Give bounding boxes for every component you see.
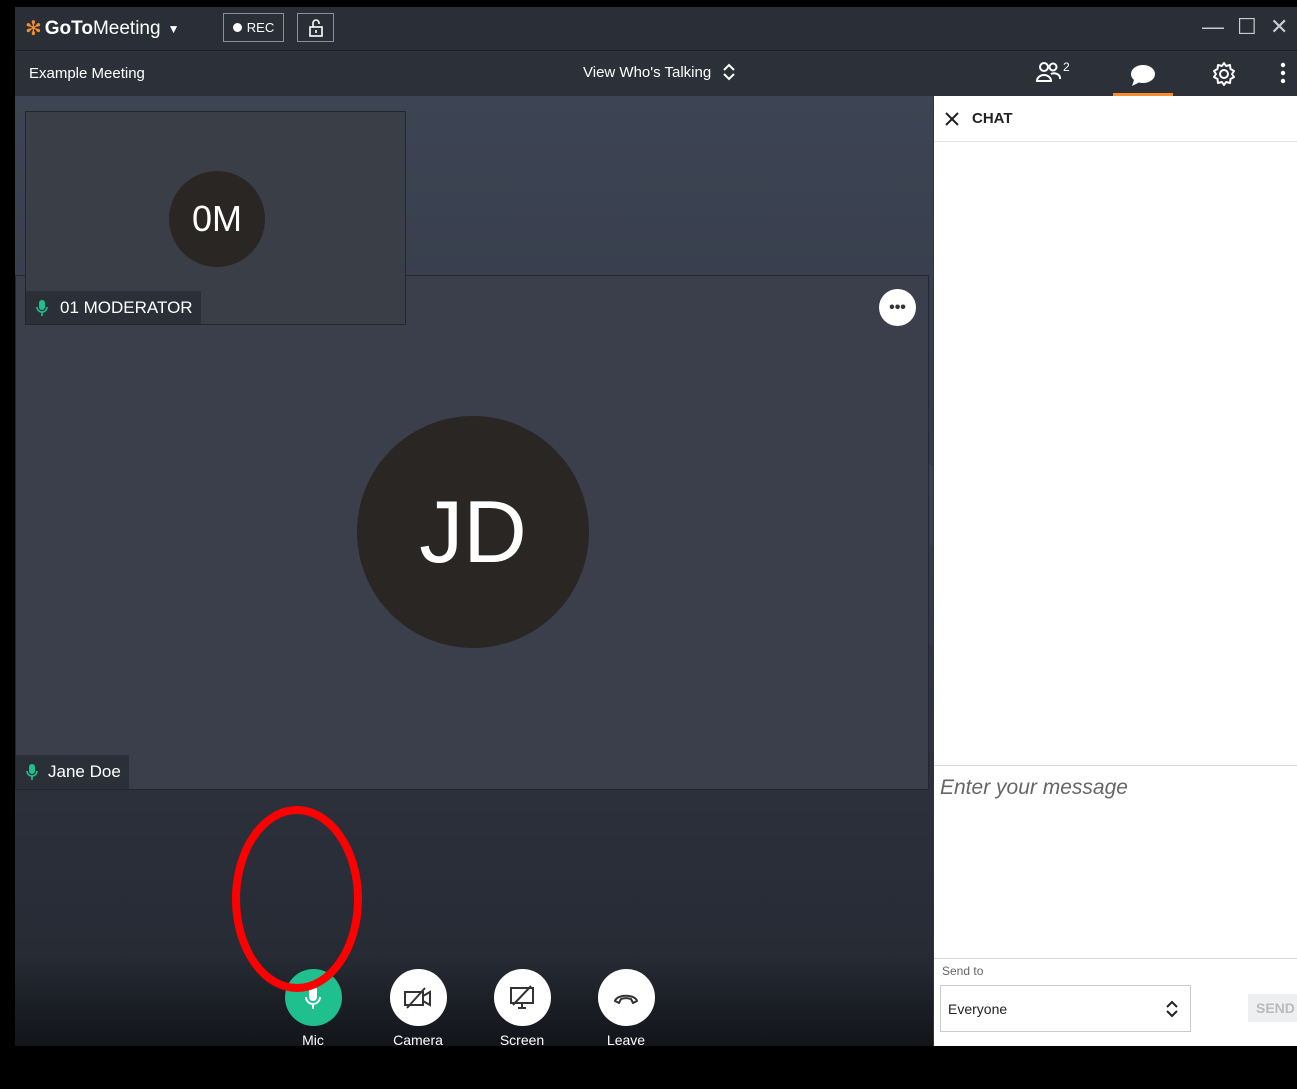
record-dot-icon [232,23,242,32]
screen-label: Screen [499,1032,545,1046]
close-icon[interactable]: ✕ [1270,14,1288,40]
chat-panel: CHAT Send to Everyone SEND [934,96,1297,1046]
send-to-select[interactable]: Everyone [940,985,1191,1032]
video-stage: JD ••• Jane Doe 0M 01 MODERATOR Mic Came… [15,96,933,1046]
leave-button-circle[interactable] [597,969,655,1026]
send-to-value: Everyone [948,1000,1008,1017]
vertical-ellipsis-icon [1280,62,1286,84]
moderator-tile[interactable]: 0M 01 MODERATOR [25,111,406,325]
camera-label: Camera [393,1032,443,1046]
avatar: JD [357,416,589,648]
unlock-icon [308,18,323,37]
attendee-count: 2 [1063,60,1070,74]
divider [934,958,1297,959]
avatar: 0M [169,171,265,267]
minimize-icon[interactable]: — [1202,14,1224,40]
send-to-label: Send to [942,964,984,978]
mic-highlight-circle [232,806,362,992]
brand-name-bold: GoTo [44,17,93,39]
mic-label: Mic [302,1032,324,1046]
chat-title: CHAT [972,110,1013,127]
app-menu-button[interactable]: ✻ GoTo Meeting ▼ [25,16,179,41]
chat-header: CHAT [934,96,1297,142]
participant-options-button[interactable]: ••• [879,289,916,326]
gotomeeting-logo-icon: ✻ [25,18,42,40]
screen-share-off-icon [510,984,534,1009]
participant-name: Jane Doe [48,762,121,781]
participant-name-label: Jane Doe [16,755,129,789]
lock-meeting-button[interactable] [297,13,334,42]
active-speaker-tile[interactable]: JD ••• Jane Doe [15,275,929,790]
leave-label: Leave [606,1032,646,1046]
gear-icon [1213,62,1235,86]
chat-message-input[interactable] [934,766,1297,956]
meeting-controls: Mic Camera Screen Leave [15,956,933,1046]
participant-name: 01 MODERATOR [60,297,193,317]
title-bar: ✻ GoTo Meeting ▼ REC — ☐ ✕ [15,7,1297,51]
leave-button[interactable]: Leave [596,969,656,1046]
chat-toggle-button[interactable] [1113,56,1173,96]
microphone-icon [26,764,38,780]
microphone-icon [36,299,48,316]
close-icon[interactable] [944,111,960,127]
settings-button[interactable] [1211,61,1237,92]
chat-bubble-icon [1131,64,1155,86]
meeting-title: Example Meeting [29,65,145,82]
participant-name-label: 01 MODERATOR [26,291,201,324]
view-mode-label: View Who's Talking [583,63,712,81]
record-label: REC [246,20,275,35]
camera-off-icon [404,986,431,1009]
brand-name-light: Meeting [92,17,161,39]
camera-button-circle[interactable] [389,969,447,1026]
screen-button-circle[interactable] [493,969,551,1026]
up-down-chevron-icon [723,63,735,81]
people-icon [1035,62,1061,82]
camera-button[interactable]: Camera [388,969,448,1046]
more-options-button[interactable] [1279,62,1287,89]
attendees-button[interactable]: 2 [1035,60,1070,84]
hang-up-icon [614,994,638,1004]
screen-share-button[interactable]: Screen [492,969,552,1046]
view-mode-selector[interactable]: View Who's Talking [583,63,735,81]
gotomeeting-window: ✻ GoTo Meeting ▼ REC — ☐ ✕ Example Meeti… [15,7,1297,1046]
send-button[interactable]: SEND [1248,994,1297,1022]
meeting-toolbar: Example Meeting View Who's Talking 2 [15,52,1297,96]
chevron-down-icon: ▼ [167,21,180,36]
up-down-chevron-icon [1166,1000,1178,1017]
record-button[interactable]: REC [223,13,284,42]
maximize-icon[interactable]: ☐ [1237,14,1257,40]
